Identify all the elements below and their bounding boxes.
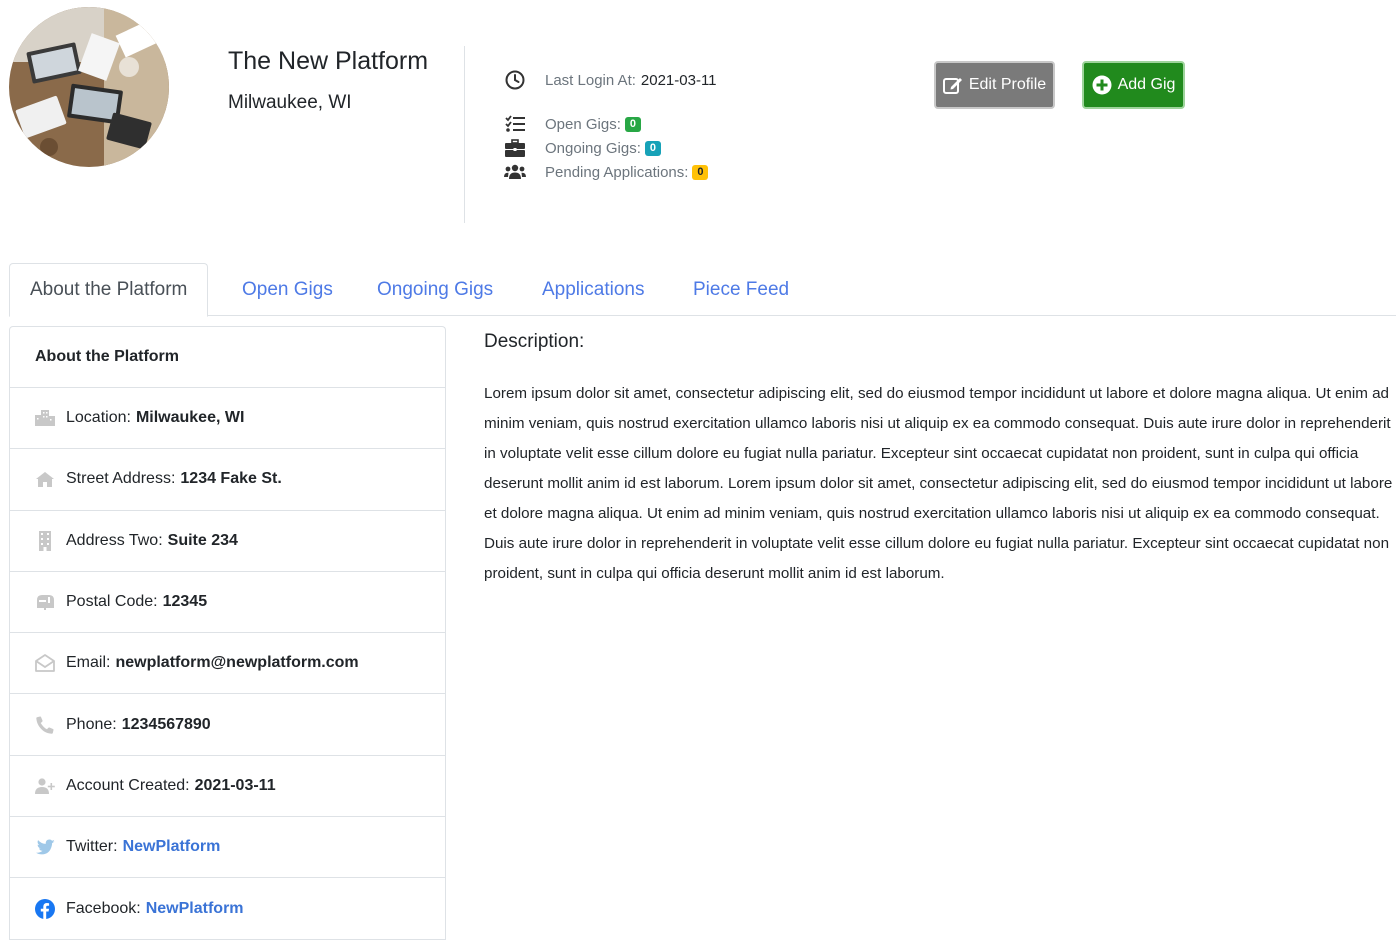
about-card: About the Platform Location: Milwaukee, … bbox=[9, 326, 446, 940]
add-gig-label: Add Gig bbox=[1117, 76, 1176, 93]
mailbox-icon bbox=[35, 592, 55, 612]
account-created-label: Account Created: bbox=[66, 776, 190, 794]
twitter-row: Twitter: NewPlatform bbox=[10, 817, 445, 879]
avatar bbox=[9, 7, 169, 167]
tab-open-gigs[interactable]: Open Gigs bbox=[242, 263, 333, 316]
email-label: Email: bbox=[66, 654, 111, 672]
edit-profile-button[interactable]: Edit Profile bbox=[934, 61, 1055, 109]
envelope-open-icon bbox=[35, 653, 55, 673]
tab-applications[interactable]: Applications bbox=[542, 263, 644, 316]
facebook-row: Facebook: NewPlatform bbox=[10, 878, 445, 940]
about-card-header: About the Platform bbox=[10, 327, 445, 388]
tab-piece-feed[interactable]: Piece Feed bbox=[693, 263, 789, 316]
pending-apps-badge: 0 bbox=[692, 164, 709, 180]
email-value: newplatform@newplatform.com bbox=[115, 654, 359, 672]
pending-apps-label: Pending Applications: bbox=[545, 163, 689, 181]
address-two-row: Address Two: Suite 234 bbox=[10, 511, 445, 572]
city-icon bbox=[35, 408, 55, 428]
plus-circle-icon bbox=[1092, 75, 1112, 95]
clock-icon bbox=[504, 69, 526, 91]
address-two-label: Address Two: bbox=[66, 531, 163, 549]
building-icon bbox=[35, 530, 55, 551]
location-value: Milwaukee, WI bbox=[135, 409, 245, 427]
street-address-label: Street Address: bbox=[66, 470, 176, 488]
pending-apps-stat: Pending Applications: 0 bbox=[504, 161, 709, 183]
facebook-label: Facebook: bbox=[66, 899, 141, 917]
users-icon bbox=[504, 161, 526, 183]
tab-about-the-platform[interactable]: About the Platform bbox=[9, 263, 209, 317]
twitter-icon bbox=[35, 837, 55, 857]
postal-code-label: Postal Code: bbox=[66, 593, 158, 611]
profile-name: The New Platform bbox=[228, 47, 429, 75]
facebook-icon bbox=[35, 898, 55, 919]
briefcase-icon bbox=[504, 137, 526, 159]
account-created-value: 2021-03-11 bbox=[194, 776, 276, 794]
profile-tabs: About the Platform Open Gigs Ongoing Gig… bbox=[9, 263, 1396, 317]
postal-code-value: 12345 bbox=[162, 593, 208, 611]
profile-location: Milwaukee, WI bbox=[228, 92, 352, 113]
description-title: Description: bbox=[484, 331, 585, 352]
account-created-row: Account Created: 2021-03-11 bbox=[10, 756, 445, 818]
street-address-row: Street Address: 1234 Fake St. bbox=[10, 449, 445, 511]
open-gigs-stat: Open Gigs: 0 bbox=[504, 113, 641, 135]
phone-icon bbox=[35, 715, 55, 735]
description-body: Lorem ipsum dolor sit amet, consectetur … bbox=[484, 385, 1393, 582]
ongoing-gigs-label: Ongoing Gigs: bbox=[545, 139, 641, 157]
home-icon bbox=[35, 469, 55, 489]
location-label: Location: bbox=[66, 409, 131, 427]
phone-value: 1234567890 bbox=[121, 715, 211, 733]
phone-row: Phone: 1234567890 bbox=[10, 694, 445, 756]
phone-label: Phone: bbox=[66, 715, 117, 733]
ongoing-gigs-stat: Ongoing Gigs: 0 bbox=[504, 137, 661, 159]
header-divider bbox=[464, 46, 465, 223]
user-plus-icon bbox=[35, 776, 55, 796]
add-gig-button[interactable]: Add Gig bbox=[1082, 61, 1185, 109]
address-two-value: Suite 234 bbox=[167, 531, 238, 549]
postal-code-row: Postal Code: 12345 bbox=[10, 572, 445, 634]
open-gigs-badge: 0 bbox=[624, 116, 641, 132]
last-login-stat: Last Login At: 2021-03-11 bbox=[504, 69, 717, 91]
ongoing-gigs-badge: 0 bbox=[644, 140, 661, 156]
edit-profile-label: Edit Profile bbox=[968, 76, 1047, 93]
street-address-value: 1234 Fake St. bbox=[180, 470, 282, 488]
open-gigs-label: Open Gigs: bbox=[545, 115, 621, 133]
last-login-value: 2021-03-11 bbox=[640, 71, 717, 89]
twitter-link[interactable]: NewPlatform bbox=[123, 838, 221, 856]
facebook-link[interactable]: NewPlatform bbox=[146, 900, 244, 918]
twitter-label: Twitter: bbox=[66, 838, 118, 856]
email-row: Email: newplatform@newplatform.com bbox=[10, 633, 445, 695]
checklist-icon bbox=[504, 113, 526, 135]
edit-icon bbox=[942, 75, 963, 95]
location-row: Location: Milwaukee, WI bbox=[10, 388, 445, 450]
last-login-label: Last Login At: bbox=[545, 71, 636, 89]
tab-ongoing-gigs[interactable]: Ongoing Gigs bbox=[377, 263, 493, 316]
